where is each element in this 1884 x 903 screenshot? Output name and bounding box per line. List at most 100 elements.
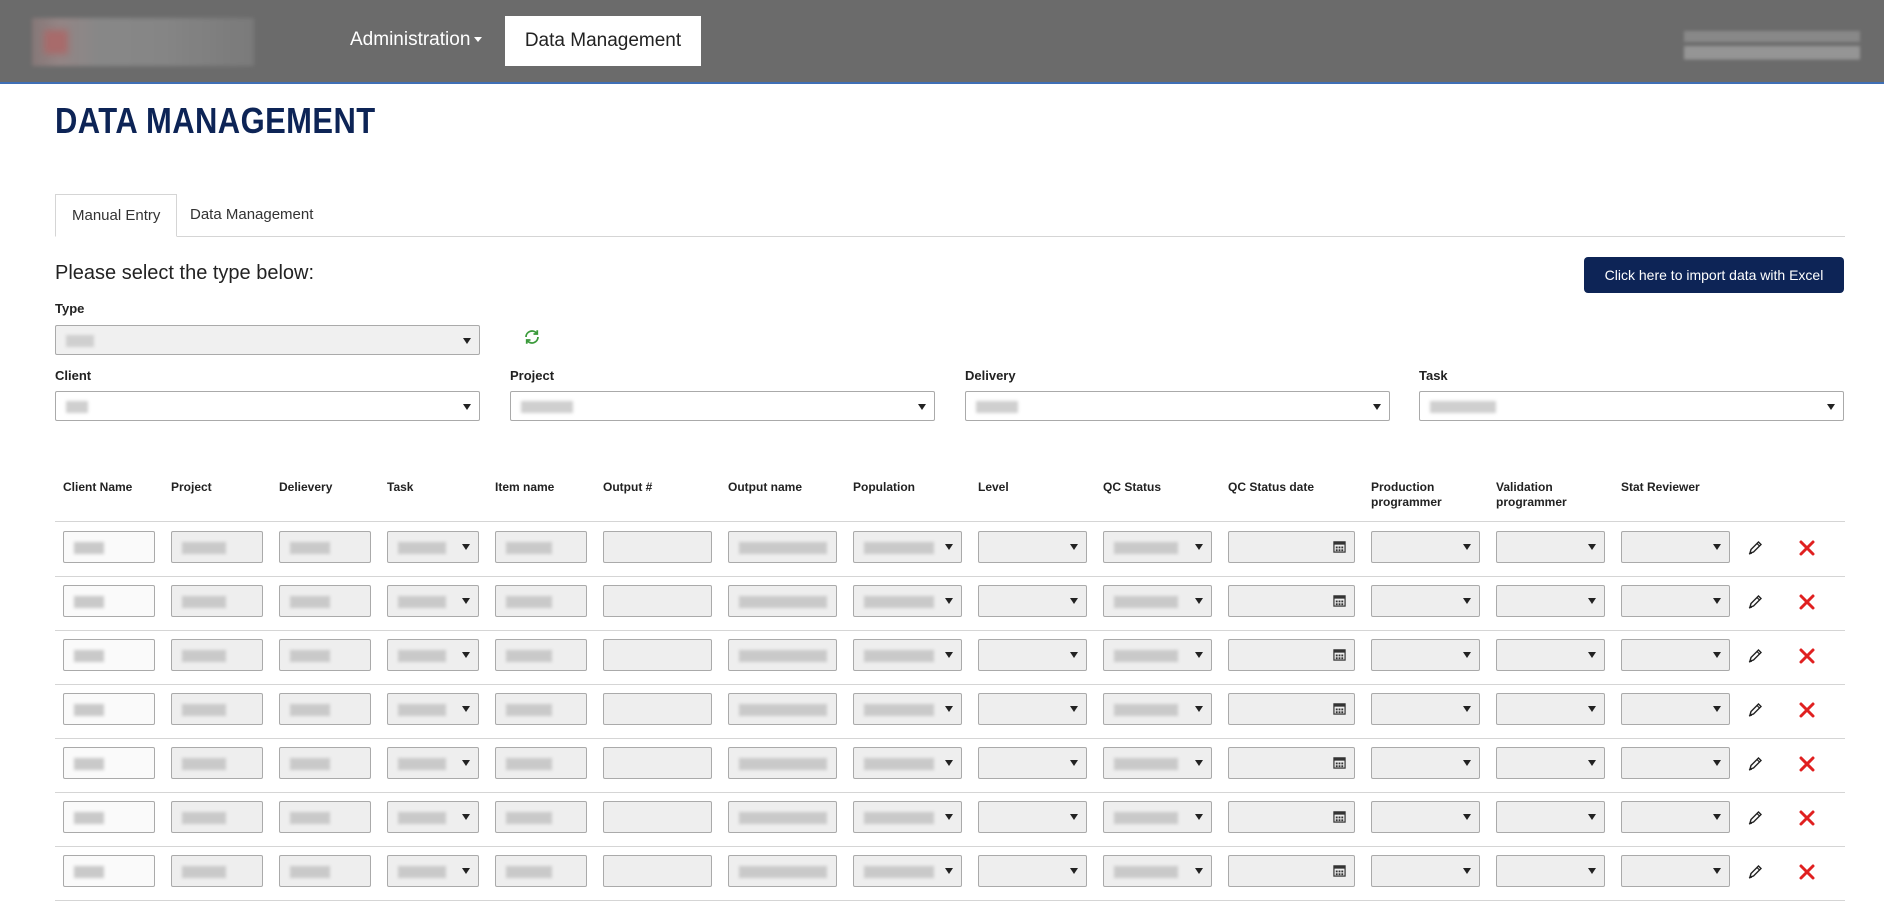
output-name-input[interactable] [728,855,837,887]
level-select[interactable] [978,693,1087,725]
population-select[interactable] [853,531,962,563]
population-select[interactable] [853,693,962,725]
output-number-input[interactable] [603,801,712,833]
pencil-icon[interactable] [1747,702,1763,718]
item-name-input[interactable] [495,531,587,563]
task-select[interactable] [387,531,479,563]
production-programmer-select[interactable] [1371,639,1480,671]
output-number-input[interactable] [603,585,712,617]
close-icon[interactable] [1798,701,1816,719]
project-input[interactable] [171,531,263,563]
task-select[interactable] [387,855,479,887]
validation-programmer-select[interactable] [1496,639,1605,671]
stat-reviewer-select[interactable] [1621,801,1730,833]
qc-status-date-input[interactable] [1228,585,1355,617]
stat-reviewer-select[interactable] [1621,855,1730,887]
qc-status-date-input[interactable] [1228,693,1355,725]
client-name-input[interactable] [63,747,155,779]
output-name-input[interactable] [728,585,837,617]
production-programmer-select[interactable] [1371,531,1480,563]
stat-reviewer-select[interactable] [1621,585,1730,617]
client-name-input[interactable] [63,585,155,617]
close-icon[interactable] [1798,539,1816,557]
client-name-input[interactable] [63,855,155,887]
import-excel-button[interactable]: Click here to import data with Excel [1584,257,1844,293]
qc-status-select[interactable] [1103,639,1212,671]
close-icon[interactable] [1798,647,1816,665]
type-select[interactable] [55,325,480,355]
pencil-icon[interactable] [1747,756,1763,772]
validation-programmer-select[interactable] [1496,693,1605,725]
item-name-input[interactable] [495,801,587,833]
validation-programmer-select[interactable] [1496,855,1605,887]
qc-status-date-input[interactable] [1228,639,1355,671]
qc-status-select[interactable] [1103,693,1212,725]
calendar-icon[interactable] [1333,594,1346,607]
level-select[interactable] [978,855,1087,887]
close-icon[interactable] [1798,809,1816,827]
delivery-select[interactable] [965,391,1390,421]
output-name-input[interactable] [728,801,837,833]
item-name-input[interactable] [495,747,587,779]
validation-programmer-select[interactable] [1496,531,1605,563]
delivery-input[interactable] [279,639,371,671]
client-select[interactable] [55,391,480,421]
qc-status-select[interactable] [1103,855,1212,887]
project-input[interactable] [171,855,263,887]
stat-reviewer-select[interactable] [1621,531,1730,563]
population-select[interactable] [853,855,962,887]
output-name-input[interactable] [728,639,837,671]
output-number-input[interactable] [603,639,712,671]
output-number-input[interactable] [603,747,712,779]
user-info[interactable] [1684,22,1860,66]
production-programmer-select[interactable] [1371,585,1480,617]
level-select[interactable] [978,531,1087,563]
close-icon[interactable] [1798,593,1816,611]
pencil-icon[interactable] [1747,540,1763,556]
qc-status-date-input[interactable] [1228,747,1355,779]
production-programmer-select[interactable] [1371,801,1480,833]
level-select[interactable] [978,747,1087,779]
logo[interactable] [32,18,254,66]
output-name-input[interactable] [728,747,837,779]
pencil-icon[interactable] [1747,594,1763,610]
calendar-icon[interactable] [1333,864,1346,877]
output-name-input[interactable] [728,531,837,563]
client-name-input[interactable] [63,801,155,833]
validation-programmer-select[interactable] [1496,585,1605,617]
qc-status-select[interactable] [1103,801,1212,833]
calendar-icon[interactable] [1333,540,1346,553]
qc-status-select[interactable] [1103,585,1212,617]
output-number-input[interactable] [603,531,712,563]
nav-administration-dropdown[interactable]: Administration [350,24,483,56]
qc-status-select[interactable] [1103,747,1212,779]
task-select[interactable] [387,585,479,617]
item-name-input[interactable] [495,639,587,671]
delivery-input[interactable] [279,693,371,725]
item-name-input[interactable] [495,855,587,887]
project-input[interactable] [171,693,263,725]
qc-status-select[interactable] [1103,531,1212,563]
production-programmer-select[interactable] [1371,693,1480,725]
level-select[interactable] [978,585,1087,617]
pencil-icon[interactable] [1747,810,1763,826]
calendar-icon[interactable] [1333,702,1346,715]
population-select[interactable] [853,639,962,671]
qc-status-date-input[interactable] [1228,801,1355,833]
task-select[interactable] [387,639,479,671]
task-select[interactable] [387,693,479,725]
close-icon[interactable] [1798,863,1816,881]
level-select[interactable] [978,639,1087,671]
task-select[interactable] [387,801,479,833]
delivery-input[interactable] [279,585,371,617]
nav-data-management[interactable]: Data Management [505,16,701,66]
refresh-icon[interactable] [523,328,541,346]
project-select[interactable] [510,391,935,421]
project-input[interactable] [171,639,263,671]
output-number-input[interactable] [603,693,712,725]
level-select[interactable] [978,801,1087,833]
output-name-input[interactable] [728,693,837,725]
delivery-input[interactable] [279,801,371,833]
population-select[interactable] [853,801,962,833]
client-name-input[interactable] [63,639,155,671]
